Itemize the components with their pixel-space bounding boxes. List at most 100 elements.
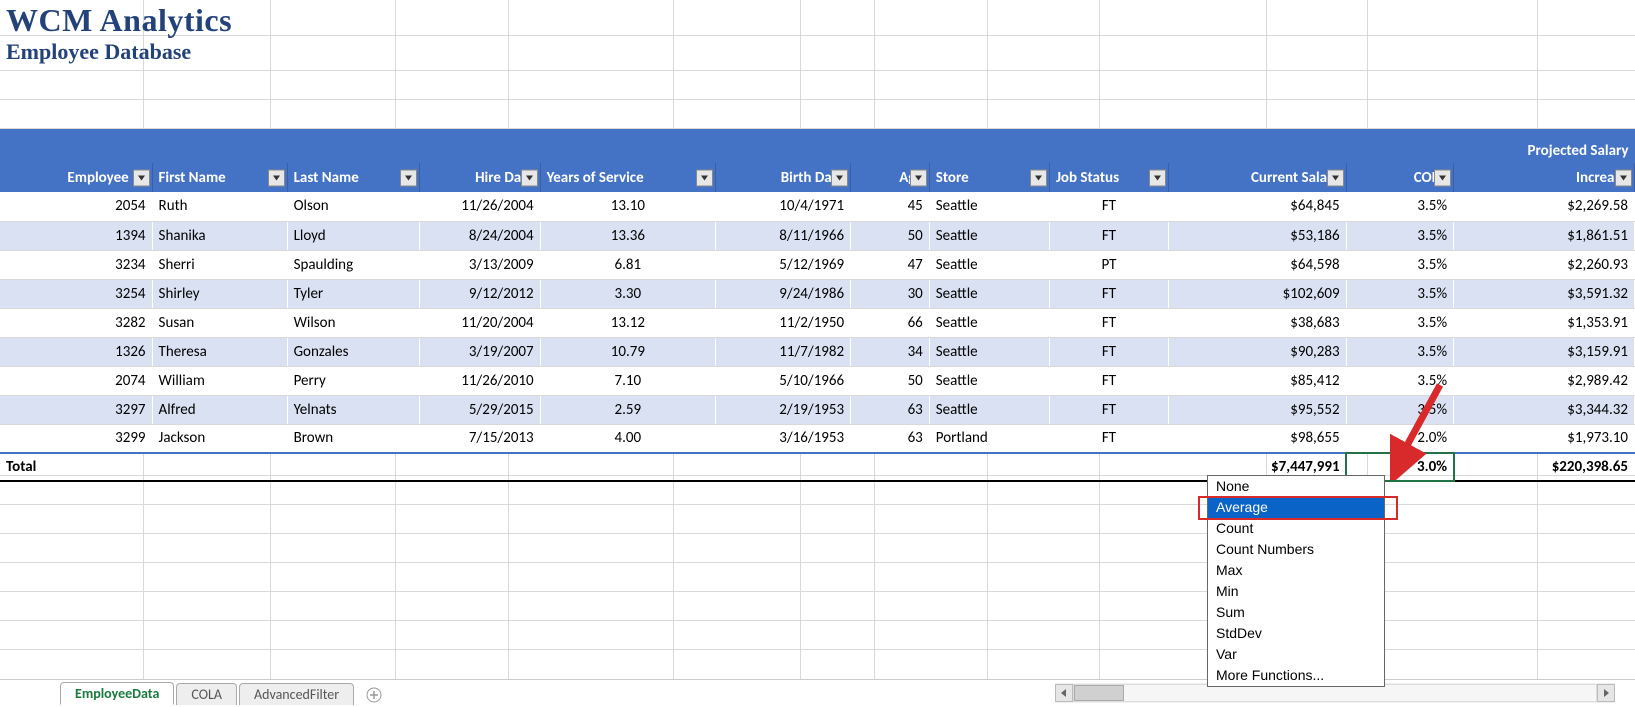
- filter-dropdown-button[interactable]: [1030, 169, 1047, 186]
- cell[interactable]: Theresa: [152, 337, 287, 366]
- table-row[interactable]: 3297AlfredYelnats5/29/20152.592/19/19536…: [0, 395, 1635, 424]
- cell[interactable]: $3,159.91: [1454, 337, 1635, 366]
- cell[interactable]: 10.79: [540, 337, 715, 366]
- cell[interactable]: Seattle: [929, 337, 1049, 366]
- cell[interactable]: William: [152, 366, 287, 395]
- cell[interactable]: Shirley: [152, 279, 287, 308]
- total-cell[interactable]: [851, 453, 930, 481]
- cell[interactable]: $85,412: [1169, 366, 1347, 395]
- cell[interactable]: 11/26/2004: [420, 192, 540, 221]
- cell[interactable]: 1394: [0, 221, 152, 250]
- cell[interactable]: 63: [851, 424, 930, 453]
- cell[interactable]: $2,989.42: [1454, 366, 1635, 395]
- cell[interactable]: $64,598: [1169, 250, 1347, 279]
- cell[interactable]: 3.5%: [1346, 279, 1454, 308]
- filter-dropdown-button[interactable]: [521, 169, 538, 186]
- aggregate-function-dropdown[interactable]: NoneAverageCountCount NumbersMaxMinSumSt…: [1207, 475, 1385, 687]
- dropdown-item-stddev[interactable]: StdDev: [1208, 623, 1384, 644]
- col-header-current-salary[interactable]: Current Salary: [1169, 163, 1347, 192]
- cell[interactable]: 50: [851, 366, 930, 395]
- cell[interactable]: $98,655: [1169, 424, 1347, 453]
- cell[interactable]: 10/4/1971: [716, 192, 851, 221]
- cell[interactable]: $102,609: [1169, 279, 1347, 308]
- cell[interactable]: Seattle: [929, 221, 1049, 250]
- cell[interactable]: 13.36: [540, 221, 715, 250]
- cell[interactable]: 3.5%: [1346, 250, 1454, 279]
- cell[interactable]: $64,845: [1169, 192, 1347, 221]
- cell[interactable]: $90,283: [1169, 337, 1347, 366]
- cell[interactable]: 34: [851, 337, 930, 366]
- cell[interactable]: 3/13/2009: [420, 250, 540, 279]
- cell[interactable]: 3.5%: [1346, 192, 1454, 221]
- cell[interactable]: 3234: [0, 250, 152, 279]
- table-row[interactable]: 1394ShanikaLloyd8/24/200413.368/11/19665…: [0, 221, 1635, 250]
- total-cell[interactable]: [420, 453, 540, 481]
- dropdown-item-max[interactable]: Max: [1208, 560, 1384, 581]
- cell[interactable]: Lloyd: [287, 221, 420, 250]
- total-cell[interactable]: [540, 453, 715, 481]
- dropdown-item-count[interactable]: Count: [1208, 518, 1384, 539]
- total-cell[interactable]: [152, 453, 287, 481]
- table-row[interactable]: 3299JacksonBrown7/15/20134.003/16/195363…: [0, 424, 1635, 453]
- total-cell[interactable]: [1049, 453, 1168, 481]
- cell[interactable]: $1,861.51: [1454, 221, 1635, 250]
- cell[interactable]: Seattle: [929, 308, 1049, 337]
- table-row[interactable]: 2054RuthOlson11/26/200413.1010/4/197145S…: [0, 192, 1635, 221]
- cell[interactable]: 2.59: [540, 395, 715, 424]
- dropdown-item-sum[interactable]: Sum: [1208, 602, 1384, 623]
- cell[interactable]: 2054: [0, 192, 152, 221]
- cell[interactable]: 1326: [0, 337, 152, 366]
- cell[interactable]: $1,973.10: [1454, 424, 1635, 453]
- cell[interactable]: 2/19/1953: [716, 395, 851, 424]
- cell[interactable]: FT: [1049, 366, 1168, 395]
- cell[interactable]: 11/26/2010: [420, 366, 540, 395]
- sheet-tab-cola[interactable]: COLA: [176, 683, 237, 705]
- cell[interactable]: Seattle: [929, 279, 1049, 308]
- scroll-right-button[interactable]: [1597, 684, 1615, 702]
- cell[interactable]: 7/15/2013: [420, 424, 540, 453]
- cell[interactable]: Olson: [287, 192, 420, 221]
- cell[interactable]: $2,260.93: [1454, 250, 1635, 279]
- cell[interactable]: 6.81: [540, 250, 715, 279]
- col-header-projected-salary-increase[interactable]: Increase: [1454, 163, 1635, 192]
- table-row[interactable]: 3254ShirleyTyler9/12/20123.309/24/198630…: [0, 279, 1635, 308]
- cell[interactable]: 3/16/1953: [716, 424, 851, 453]
- col-header-store[interactable]: Store: [929, 163, 1049, 192]
- scrollbar-thumb[interactable]: [1074, 685, 1124, 701]
- filter-dropdown-button[interactable]: [831, 169, 848, 186]
- cell[interactable]: 3.5%: [1346, 221, 1454, 250]
- cell[interactable]: 47: [851, 250, 930, 279]
- cell[interactable]: $53,186: [1169, 221, 1347, 250]
- cell[interactable]: 3.5%: [1346, 337, 1454, 366]
- col-header-job-status[interactable]: Job Status: [1049, 163, 1168, 192]
- table-row[interactable]: 2074WilliamPerry11/26/20107.105/10/19665…: [0, 366, 1635, 395]
- cell[interactable]: 5/29/2015: [420, 395, 540, 424]
- dropdown-item-more-functions-[interactable]: More Functions...: [1208, 665, 1384, 686]
- cell[interactable]: $3,344.32: [1454, 395, 1635, 424]
- col-header-employee-id[interactable]: Employee ID: [0, 163, 152, 192]
- cell[interactable]: $95,552: [1169, 395, 1347, 424]
- total-cell[interactable]: [287, 453, 420, 481]
- cell[interactable]: 30: [851, 279, 930, 308]
- dropdown-item-average[interactable]: Average: [1208, 497, 1384, 518]
- dropdown-item-var[interactable]: Var: [1208, 644, 1384, 665]
- total-cell[interactable]: [716, 453, 851, 481]
- cell[interactable]: 5/10/1966: [716, 366, 851, 395]
- cell[interactable]: 3/19/2007: [420, 337, 540, 366]
- total-increase[interactable]: $220,398.65: [1454, 453, 1635, 481]
- cell[interactable]: 3299: [0, 424, 152, 453]
- cell[interactable]: 9/24/1986: [716, 279, 851, 308]
- cell[interactable]: FT: [1049, 424, 1168, 453]
- filter-dropdown-button[interactable]: [910, 169, 927, 186]
- cell[interactable]: 3254: [0, 279, 152, 308]
- cell[interactable]: 45: [851, 192, 930, 221]
- cell[interactable]: 3.5%: [1346, 366, 1454, 395]
- cell[interactable]: Seattle: [929, 366, 1049, 395]
- filter-dropdown-button[interactable]: [400, 169, 417, 186]
- cell[interactable]: $3,591.32: [1454, 279, 1635, 308]
- cell[interactable]: Portland: [929, 424, 1049, 453]
- cell[interactable]: 11/20/2004: [420, 308, 540, 337]
- cell[interactable]: 3.30: [540, 279, 715, 308]
- filter-dropdown-button[interactable]: [1327, 169, 1344, 186]
- cell[interactable]: 13.10: [540, 192, 715, 221]
